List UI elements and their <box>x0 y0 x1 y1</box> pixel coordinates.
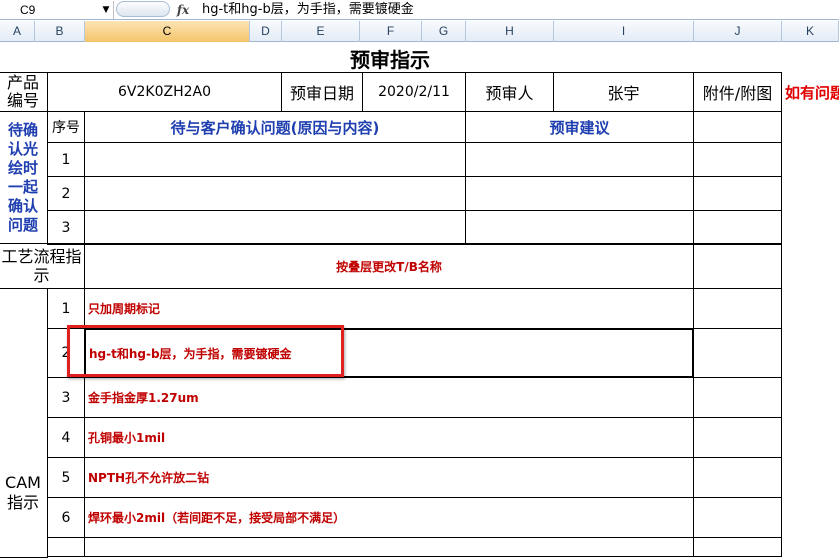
process-attachment-cell[interactable] <box>693 243 782 289</box>
cam-item-attachment[interactable] <box>693 328 782 378</box>
cam-item-text[interactable]: 金手指金厚1.27um <box>84 377 694 418</box>
cam-item-number: 5 <box>47 457 85 498</box>
cam-item-number: 3 <box>47 377 85 418</box>
pending-header: 待与客户确认问题(原因与内容) <box>84 111 466 143</box>
column-header-j[interactable]: J <box>694 21 782 42</box>
product-label: 产品编号 <box>0 72 48 112</box>
cam-row-empty[interactable] <box>84 537 694 557</box>
review-date-value[interactable]: 2020/2/11 <box>362 72 466 112</box>
sheet-title: 预审指示 <box>350 47 430 72</box>
cam-item-text[interactable]: 焊环最小2mil（若间距不足，接受局部不满足） <box>84 497 694 538</box>
cam-label: CAM指示 <box>0 288 48 558</box>
suggest-header: 预审建议 <box>465 111 694 143</box>
column-header-b[interactable]: B <box>35 21 85 42</box>
column-header-a[interactable]: A <box>0 21 35 42</box>
seq-header: 序号 <box>47 111 85 143</box>
cam-item-attachment[interactable] <box>693 288 782 329</box>
column-header-g[interactable]: G <box>422 21 466 42</box>
pending-row-number: 3 <box>47 210 85 245</box>
cam-item-number: 1 <box>47 288 85 329</box>
pending-row-suggestion[interactable] <box>465 210 694 245</box>
pending-row-question[interactable] <box>84 142 466 177</box>
cam-item-text-selected[interactable]: hg-t和hg-b层，为手指，需要镀硬金 <box>84 328 694 378</box>
process-instruction[interactable]: 按叠层更改T/B名称 <box>84 243 694 289</box>
cam-item-text[interactable]: NPTH孔不允许放二钻 <box>84 457 694 498</box>
attachment-cell[interactable] <box>693 111 782 143</box>
pending-row-suggestion[interactable] <box>465 142 694 177</box>
cam-item-text[interactable]: 只加周期标记 <box>84 288 694 329</box>
pending-row-attachment[interactable] <box>693 176 782 211</box>
pending-row-attachment[interactable] <box>693 142 782 177</box>
reviewer-label: 预审人 <box>465 72 554 112</box>
function-icon[interactable]: fx <box>172 0 194 20</box>
cam-item-attachment[interactable] <box>693 417 782 458</box>
column-header-e[interactable]: E <box>282 21 360 42</box>
cam-item-attachment[interactable] <box>693 377 782 418</box>
cam-item-number: 2 <box>47 328 85 378</box>
product-value[interactable]: 6V2K0ZH2A0 <box>47 72 282 112</box>
attachment-label: 附件/附图 <box>693 72 782 112</box>
column-header-h[interactable]: H <box>466 21 554 42</box>
formula-input[interactable]: hg-t和hg-b层，为手指，需要镀硬金 <box>202 0 832 20</box>
cam-item-attachment[interactable] <box>693 497 782 538</box>
column-header-i[interactable]: I <box>554 21 694 42</box>
column-header-f[interactable]: F <box>360 21 422 42</box>
pending-row-number: 1 <box>47 142 85 177</box>
pending-row-question[interactable] <box>84 176 466 211</box>
cam-item-attachment[interactable] <box>693 457 782 498</box>
cam-row-empty[interactable] <box>47 537 85 557</box>
cam-item-text[interactable]: 孔铜最小1mil <box>84 417 694 458</box>
note-text: 如有问题 <box>785 83 839 102</box>
column-header-c[interactable]: C <box>85 21 250 42</box>
pending-row-attachment[interactable] <box>693 210 782 245</box>
pending-side-label: 待确认光绘时一起确认问题 <box>0 111 48 244</box>
pending-row-number: 2 <box>47 176 85 211</box>
pending-row-question[interactable] <box>84 210 466 245</box>
reviewer-value[interactable]: 张宇 <box>553 72 694 112</box>
name-box[interactable]: C9 <box>0 1 114 19</box>
cam-row-empty[interactable] <box>693 537 782 557</box>
formula-bar-expand-button[interactable] <box>116 1 170 17</box>
column-header-k[interactable]: K <box>782 21 839 42</box>
review-date-label: 预审日期 <box>281 72 363 112</box>
column-header-d[interactable]: D <box>250 21 282 42</box>
cam-item-number: 4 <box>47 417 85 458</box>
process-label: 工艺流程指示 <box>0 243 85 289</box>
chevron-down-icon[interactable]: ▼ <box>100 1 112 19</box>
cam-item-number: 6 <box>47 497 85 538</box>
pending-row-suggestion[interactable] <box>465 176 694 211</box>
